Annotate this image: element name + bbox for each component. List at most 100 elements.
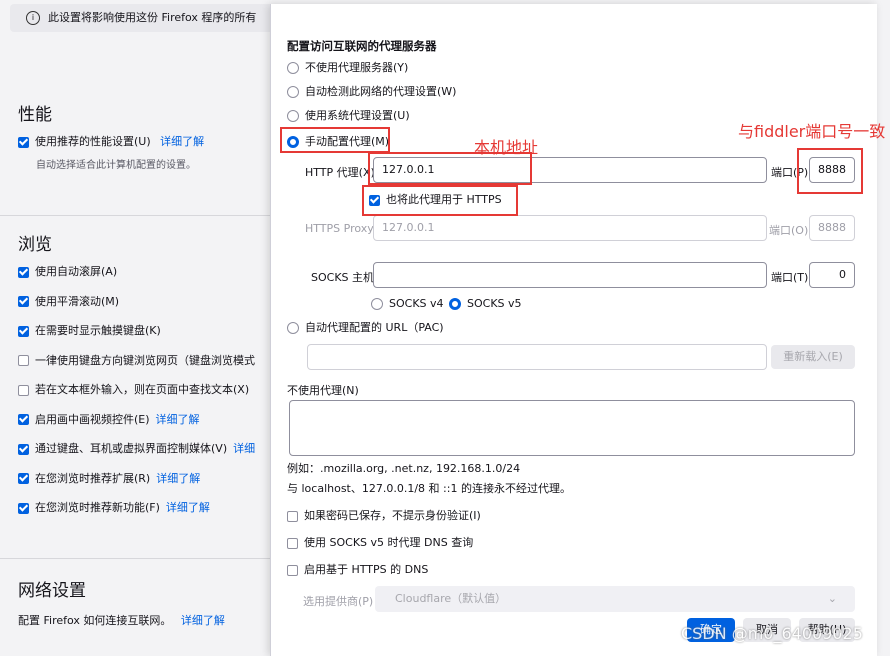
browsing-option-label: 若在文本框外输入，则在页面中查找文本(X): [35, 383, 250, 396]
browsing-option[interactable]: 通过键盘、耳机或虚拟界面控制媒体(V) 详细: [18, 440, 255, 458]
provider-value: Cloudflare（默认值）: [395, 592, 507, 605]
no-auth-prompt-row[interactable]: 如果密码已保存，不提示身份验证(I): [287, 508, 481, 524]
browsing-option-checkbox[interactable]: [18, 502, 29, 514]
browsing-option-label: 使用自动滚屏(A): [35, 265, 118, 278]
browsing-option-checkbox[interactable]: [18, 384, 29, 396]
browsing-option-learn-link[interactable]: 详细了解: [156, 472, 200, 485]
browsing-option[interactable]: 若在文本框外输入，则在页面中查找文本(X): [18, 381, 249, 399]
browsing-option[interactable]: 在您浏览时推荐扩展(R) 详细了解: [18, 470, 200, 488]
provider-select[interactable]: Cloudflare（默认值） ⌄: [375, 586, 855, 612]
browsing-option[interactable]: 一律使用键盘方向键浏览网页（键盘浏览模式: [18, 352, 255, 370]
browsing-option-label: 一律使用键盘方向键浏览网页（键盘浏览模式: [35, 353, 255, 367]
radio-auto-detect[interactable]: 自动检测此网络的代理设置(W): [287, 84, 456, 100]
performance-heading: 性能: [18, 105, 52, 125]
network-description-row: 配置 Firefox 如何连接互联网。 详细了解: [18, 612, 225, 630]
browsing-option-label: 通过键盘、耳机或虚拟界面控制媒体(V): [35, 442, 228, 455]
info-icon: i: [26, 11, 40, 25]
highlight-port: [797, 148, 863, 194]
browsing-option-label: 在需要时显示触摸键盘(K): [35, 324, 161, 337]
radio-socks-v4-label: SOCKS v4: [389, 297, 444, 310]
socks-port-label: 端口(T): [771, 271, 809, 284]
socks-dns-checkbox[interactable]: [287, 537, 298, 549]
radio-auto-detect-label: 自动检测此网络的代理设置(W): [305, 85, 457, 98]
highlight-https-also: [362, 185, 518, 216]
perf-recommended-label: 使用推荐的性能设置(U): [35, 135, 151, 148]
highlight-manual-proxy: [280, 127, 390, 153]
browsing-option-checkbox[interactable]: [18, 473, 29, 484]
radio-socks-v5-label: SOCKS v5: [467, 297, 522, 310]
browsing-option-checkbox[interactable]: [18, 443, 29, 455]
network-description: 配置 Firefox 如何连接互联网。: [18, 614, 172, 627]
https-port-input[interactable]: 8888: [809, 215, 855, 241]
browsing-option-learn-link[interactable]: 详细了解: [156, 413, 200, 426]
browsing-option-label: 在您浏览时推荐新功能(F): [35, 501, 160, 514]
radio-system-proxy-icon[interactable]: [287, 110, 299, 122]
socks-dns-label: 使用 SOCKS v5 时代理 DNS 查询: [304, 536, 474, 549]
info-bar: i 此设置将影响使用这份 Firefox 程序的所有: [10, 4, 280, 32]
radio-system-proxy[interactable]: 使用系统代理设置(U): [287, 108, 410, 124]
browsing-option-label: 使用平滑滚动(M): [35, 294, 120, 308]
annotation-port-same: 与fiddler端口号一致: [738, 122, 886, 141]
socks-host-input[interactable]: [373, 262, 767, 288]
browsing-option-checkbox[interactable]: [18, 355, 29, 366]
perf-learn-more-link[interactable]: 详细了解: [160, 135, 204, 148]
browsing-option-label: 启用画中画视频控件(E): [35, 412, 150, 426]
perf-description: 自动选择适合此计算机配置的设置。: [36, 160, 196, 171]
https-proxy-label: HTTPS Proxy: [305, 222, 374, 235]
radio-socks-v4-icon[interactable]: [371, 298, 383, 310]
dialog-title: 配置访问互联网的代理服务器: [287, 39, 437, 53]
radio-system-proxy-label: 使用系统代理设置(U): [305, 109, 410, 122]
pac-url-input[interactable]: [307, 344, 767, 370]
info-bar-text: 此设置将影响使用这份 Firefox 程序的所有: [48, 11, 257, 24]
http-proxy-label: HTTP 代理(X): [305, 166, 375, 179]
chevron-down-icon: ⌄: [827, 592, 837, 605]
localhost-note: 与 localhost、127.0.0.1/8 和 ::1 的连接永不经过代理。: [287, 482, 571, 495]
radio-socks-v4[interactable]: SOCKS v4: [371, 296, 444, 312]
socks-host-label: SOCKS 主机: [311, 271, 375, 284]
connection-settings-dialog: 配置访问互联网的代理服务器 不使用代理服务器(Y) 自动检测此网络的代理设置(W…: [270, 4, 877, 656]
browsing-option[interactable]: 启用画中画视频控件(E) 详细了解: [18, 411, 200, 429]
doh-checkbox[interactable]: [287, 564, 298, 576]
perf-recommended-row[interactable]: 使用推荐的性能设置(U) 详细了解: [18, 133, 204, 151]
socks-dns-row[interactable]: 使用 SOCKS v5 时代理 DNS 查询: [287, 535, 473, 551]
network-heading: 网络设置: [18, 581, 86, 601]
reload-button[interactable]: 重新载入(E): [771, 345, 855, 369]
radio-auto-detect-icon[interactable]: [287, 86, 299, 98]
radio-no-proxy-label: 不使用代理服务器(Y): [305, 61, 409, 74]
no-proxy-example: 例如：.mozilla.org, .net.nz, 192.168.1.0/24: [287, 462, 521, 475]
browsing-heading: 浏览: [18, 235, 52, 255]
https-proxy-input[interactable]: 127.0.0.1: [373, 215, 767, 241]
browsing-option-learn-link[interactable]: 详细了解: [166, 501, 210, 514]
no-auth-prompt-checkbox[interactable]: [287, 510, 298, 522]
no-proxy-label: 不使用代理(N): [287, 384, 359, 397]
radio-pac-label: 自动代理配置的 URL（PAC): [305, 321, 444, 334]
browsing-option[interactable]: 在您浏览时推荐新功能(F) 详细了解: [18, 499, 210, 517]
divider: [0, 215, 270, 216]
socks-port-input[interactable]: 0: [809, 262, 855, 288]
browsing-option[interactable]: 使用自动滚屏(A): [18, 263, 117, 281]
browsing-option-checkbox[interactable]: [18, 414, 29, 425]
doh-row[interactable]: 启用基于 HTTPS 的 DNS: [287, 562, 428, 578]
radio-socks-v5[interactable]: SOCKS v5: [449, 296, 522, 312]
radio-pac[interactable]: 自动代理配置的 URL（PAC): [287, 320, 444, 336]
network-learn-more-link[interactable]: 详细了解: [181, 614, 225, 627]
browsing-option[interactable]: 在需要时显示触摸键盘(K): [18, 322, 161, 340]
browsing-option-label: 在您浏览时推荐扩展(R): [35, 471, 151, 485]
perf-recommended-checkbox[interactable]: [18, 136, 29, 148]
https-port-label: 端口(O): [769, 224, 809, 237]
watermark: CSDN @m0_64009025: [681, 624, 863, 643]
divider: [0, 558, 270, 559]
radio-pac-icon[interactable]: [287, 322, 299, 334]
browsing-option-learn-link[interactable]: 详细: [233, 442, 255, 455]
browsing-option-checkbox[interactable]: [18, 296, 29, 307]
no-auth-prompt-label: 如果密码已保存，不提示身份验证(I): [304, 509, 481, 522]
radio-socks-v5-icon[interactable]: [449, 298, 461, 310]
no-proxy-textarea[interactable]: [289, 400, 855, 456]
radio-no-proxy-icon[interactable]: [287, 62, 299, 74]
browsing-option-checkbox[interactable]: [18, 266, 29, 278]
provider-label: 选用提供商(P): [303, 595, 374, 608]
annotation-local-address: 本机地址: [474, 138, 539, 157]
browsing-option[interactable]: 使用平滑滚动(M): [18, 293, 119, 311]
radio-no-proxy[interactable]: 不使用代理服务器(Y): [287, 60, 408, 76]
browsing-option-checkbox[interactable]: [18, 325, 29, 337]
